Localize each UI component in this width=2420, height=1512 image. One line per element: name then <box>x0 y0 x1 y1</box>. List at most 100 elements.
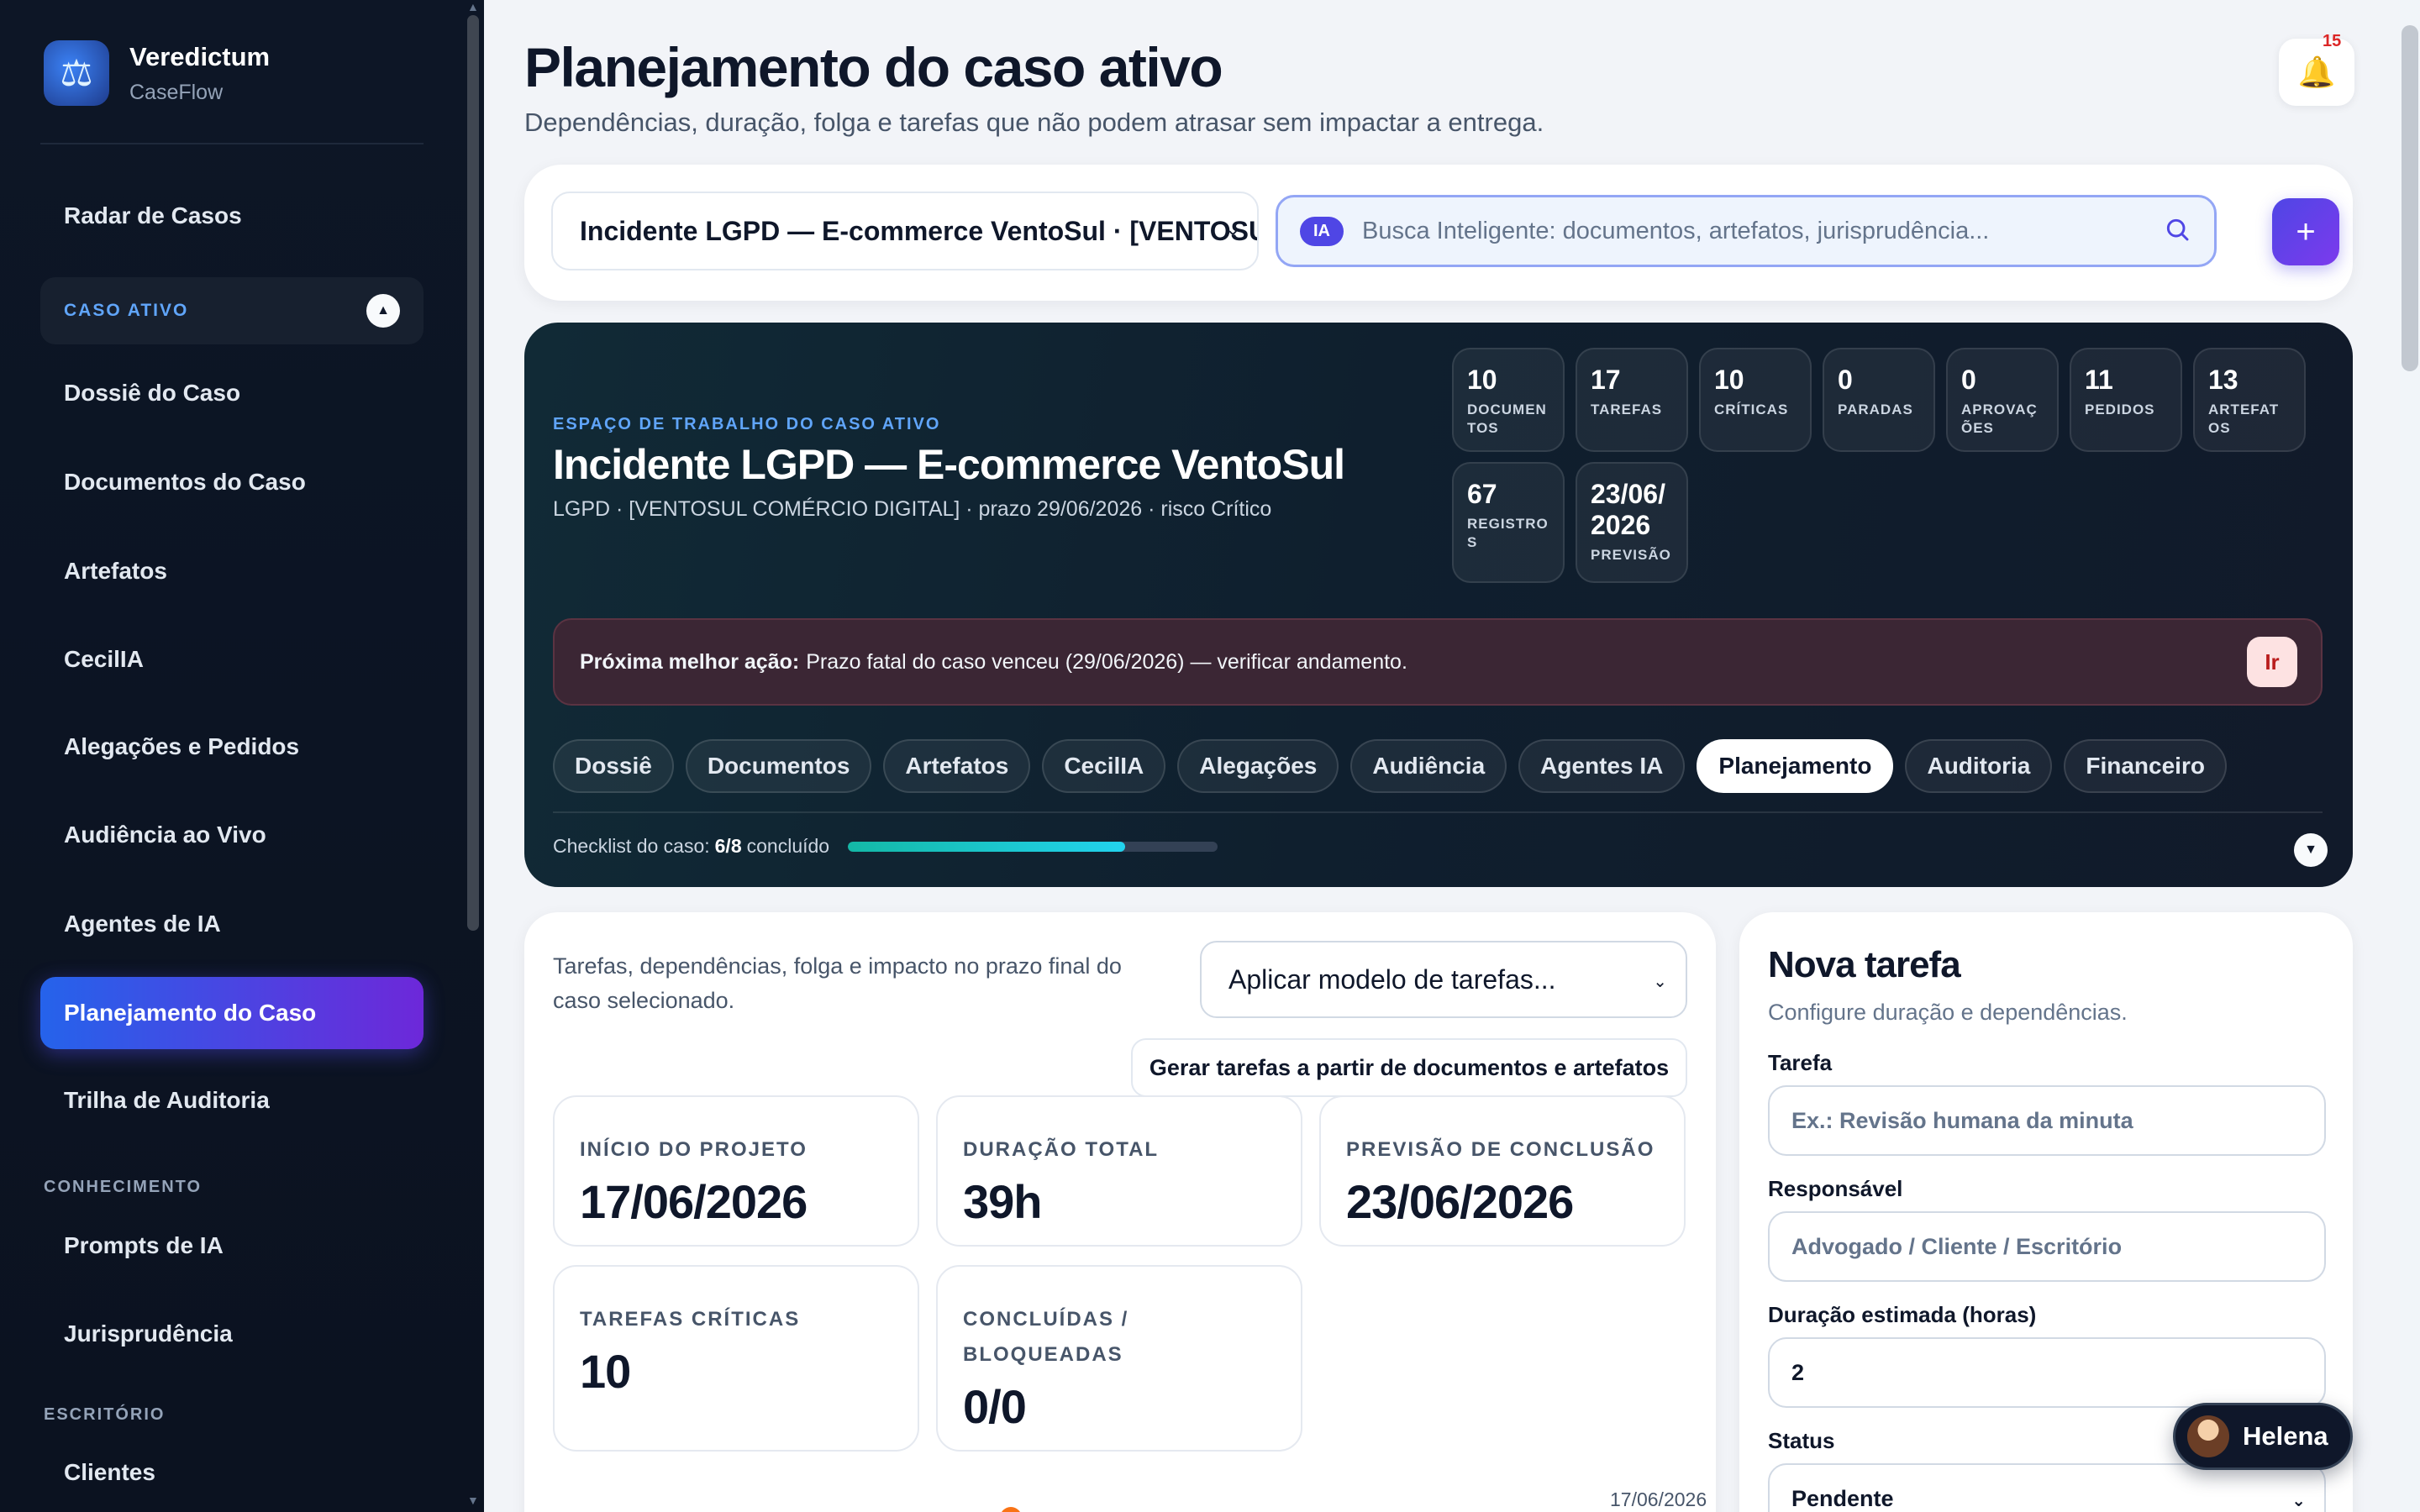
case-selector[interactable]: Incidente LGPD — E-commerce VentoSul · [… <box>551 192 1259 270</box>
sidebar-item-clients[interactable]: Clientes <box>40 1436 424 1509</box>
kpi-value: 39h <box>963 1175 1043 1228</box>
stat-critical[interactable]: 10 CRÍTICAS <box>1699 348 1812 452</box>
stat-label: PEDIDOS <box>2085 401 2155 417</box>
status-label: Status <box>1768 1428 1835 1453</box>
stat-requests[interactable]: 11 PEDIDOS <box>2070 348 2182 452</box>
gantt-marker <box>1000 1507 1022 1512</box>
duration-label: Duração estimada (horas) <box>1768 1302 2037 1327</box>
kpi-label: PREVISÃO DE CONCLUSÃO <box>1346 1138 1655 1161</box>
kpi-label: DURAÇÃO TOTAL <box>963 1138 1160 1161</box>
task-template-select[interactable]: Aplicar modelo de tarefas... ⌄ <box>1200 941 1687 1018</box>
sidebar-item-jurisprudence[interactable]: Jurisprudência <box>40 1298 424 1370</box>
stat-approvals[interactable]: 0 APROVAÇÕES <box>1946 348 2059 452</box>
stat-label: APROVAÇÕES <box>1961 401 2038 436</box>
brand[interactable]: ⚖ Veredictum CaseFlow <box>44 40 270 106</box>
sidebar-item-hearing[interactable]: Audiência ao Vivo <box>40 799 424 871</box>
chevron-down-icon[interactable]: ▼ <box>2294 833 2328 867</box>
tab-dossie[interactable]: Dossiê <box>553 739 674 793</box>
chevron-up-icon[interactable]: ▲ <box>366 294 400 328</box>
tab-allegations[interactable]: Alegações <box>1177 739 1339 793</box>
stat-forecast[interactable]: 23/06/2026 PREVISÃO <box>1576 462 1688 583</box>
form-title: Nova tarefa <box>1768 944 1961 985</box>
stat-value: 17 <box>1591 365 1621 395</box>
kpi-project-start: INÍCIO DO PROJETO 17/06/2026 <box>553 1095 919 1247</box>
tab-documents[interactable]: Documentos <box>685 739 872 793</box>
task-label: Tarefa <box>1768 1050 1833 1075</box>
tab-hearing[interactable]: Audiência <box>1350 739 1507 793</box>
sidebar-item-prompts[interactable]: Prompts de IA <box>40 1210 424 1282</box>
kpi-completion-forecast: PREVISÃO DE CONCLUSÃO 23/06/2026 <box>1319 1095 1686 1247</box>
scroll-down-arrow-icon[interactable]: ▼ <box>467 1494 479 1507</box>
tab-cecilia[interactable]: CecilIA <box>1042 739 1166 793</box>
kpi-value: 0/0 <box>963 1380 1027 1433</box>
add-button[interactable]: + <box>2272 198 2339 265</box>
smart-search-input[interactable]: IA Busca Inteligente: documentos, artefa… <box>1276 195 2217 267</box>
status-value: Pendente <box>1791 1485 1894 1511</box>
page-scrollbar-thumb[interactable] <box>2402 25 2418 371</box>
tab-financial[interactable]: Financeiro <box>2064 739 2227 793</box>
kpi-value: 10 <box>580 1345 631 1398</box>
case-selector-value: Incidente LGPD — E-commerce VentoSul · [… <box>580 215 1257 246</box>
duration-value: 2 <box>1791 1359 1805 1385</box>
stat-value: 13 <box>2208 365 2238 395</box>
brand-subtitle: CaseFlow <box>129 80 224 104</box>
workspace-eyebrow: ESPAÇO DE TRABALHO DO CASO ATIVO <box>553 415 941 433</box>
assistant-chat-button[interactable]: Helena <box>2173 1403 2353 1470</box>
go-button[interactable]: Ir <box>2247 637 2297 687</box>
status-select[interactable]: Pendente ⌄ <box>1768 1463 2326 1512</box>
bell-icon: 🔔 <box>2297 55 2336 89</box>
checklist-label: Checklist do caso: <box>553 835 710 857</box>
generate-tasks-button[interactable]: Gerar tarefas a partir de documentos e a… <box>1131 1038 1687 1097</box>
sidebar-item-allegations[interactable]: Alegações e Pedidos <box>40 711 424 783</box>
sidebar-item-planning[interactable]: Planejamento do Caso <box>40 977 424 1049</box>
stat-stopped[interactable]: 0 PARADAS <box>1823 348 1935 452</box>
sidebar-item-radar[interactable]: Radar de Casos <box>40 180 424 252</box>
stat-value: 10 <box>1467 365 1497 395</box>
kpi-total-duration: DURAÇÃO TOTAL 39h <box>936 1095 1302 1247</box>
tab-planning[interactable]: Planejamento <box>1697 739 1894 793</box>
case-workspace-panel: ESPAÇO DE TRABALHO DO CASO ATIVO Inciden… <box>524 323 2353 887</box>
sidebar-item-documents[interactable]: Documentos do Caso <box>40 446 424 518</box>
template-select-value: Aplicar modelo de tarefas... <box>1228 963 1556 995</box>
sidebar-item-dossie[interactable]: Dossiê do Caso <box>40 357 424 429</box>
stat-value: 10 <box>1714 365 1744 395</box>
stat-label: ARTEFATOS <box>2208 401 2280 436</box>
search-icon[interactable] <box>2164 216 2191 243</box>
scales-logo-icon: ⚖ <box>44 40 109 106</box>
owner-input[interactable]: Advogado / Cliente / Escritório <box>1768 1211 2326 1282</box>
stat-tasks[interactable]: 17 TAREFAS <box>1576 348 1688 452</box>
owner-placeholder: Advogado / Cliente / Escritório <box>1791 1233 2123 1259</box>
notifications-button[interactable]: 🔔 <box>2279 39 2354 106</box>
sidebar-item-cecilia[interactable]: CecilIA <box>40 623 424 696</box>
form-subtitle: Configure duração e dependências. <box>1768 1000 2128 1025</box>
next-best-action: Próxima melhor ação: Prazo fatal do caso… <box>553 618 2323 706</box>
duration-input[interactable]: 2 <box>1768 1337 2326 1408</box>
page-title: Planejamento do caso ativo <box>524 36 1223 98</box>
stat-label: TAREFAS <box>1591 401 1663 417</box>
stat-records[interactable]: 67 REGISTROS <box>1452 462 1565 583</box>
stat-documents[interactable]: 10 DOCUMENTOS <box>1452 348 1565 452</box>
scroll-up-arrow-icon[interactable]: ▲ <box>467 0 479 13</box>
stat-label: REGISTROS <box>1467 515 1549 550</box>
divider <box>553 811 2323 813</box>
page-subtitle: Dependências, duração, folga e tarefas q… <box>524 108 1544 137</box>
sidebar-group-active-case[interactable]: CASO ATIVO ▲ <box>40 277 424 344</box>
planning-description: Tarefas, dependências, folga e impacto n… <box>553 953 1122 1013</box>
stat-artifacts[interactable]: 13 ARTEFATOS <box>2193 348 2306 452</box>
sidebar-item-artifacts[interactable]: Artefatos <box>40 535 424 607</box>
sidebar-item-audit-trail[interactable]: Trilha de Auditoria <box>40 1064 424 1137</box>
stat-value: 23/06/2026 <box>1591 479 1665 540</box>
toolbar: Incidente LGPD — E-commerce VentoSul · [… <box>524 165 2353 301</box>
group-label: CASO ATIVO <box>64 301 189 320</box>
kpi-label: CONCLUÍDAS / BLOQUEADAS <box>963 1308 1129 1366</box>
task-input[interactable]: Ex.: Revisão humana da minuta <box>1768 1085 2326 1156</box>
sidebar-item-ai-agents[interactable]: Agentes de IA <box>40 888 424 960</box>
tab-audit[interactable]: Auditoria <box>1905 739 2053 793</box>
sidebar-scrollbar[interactable] <box>467 15 479 931</box>
tab-ai-agents[interactable]: Agentes IA <box>1518 739 1686 793</box>
stat-value: 67 <box>1467 479 1497 509</box>
section-label-office: ESCRITÓRIO <box>44 1405 166 1424</box>
tab-artifacts[interactable]: Artefatos <box>883 739 1031 793</box>
assistant-name: Helena <box>2243 1421 2328 1451</box>
chevron-down-icon: ⌄ <box>1653 973 1667 991</box>
